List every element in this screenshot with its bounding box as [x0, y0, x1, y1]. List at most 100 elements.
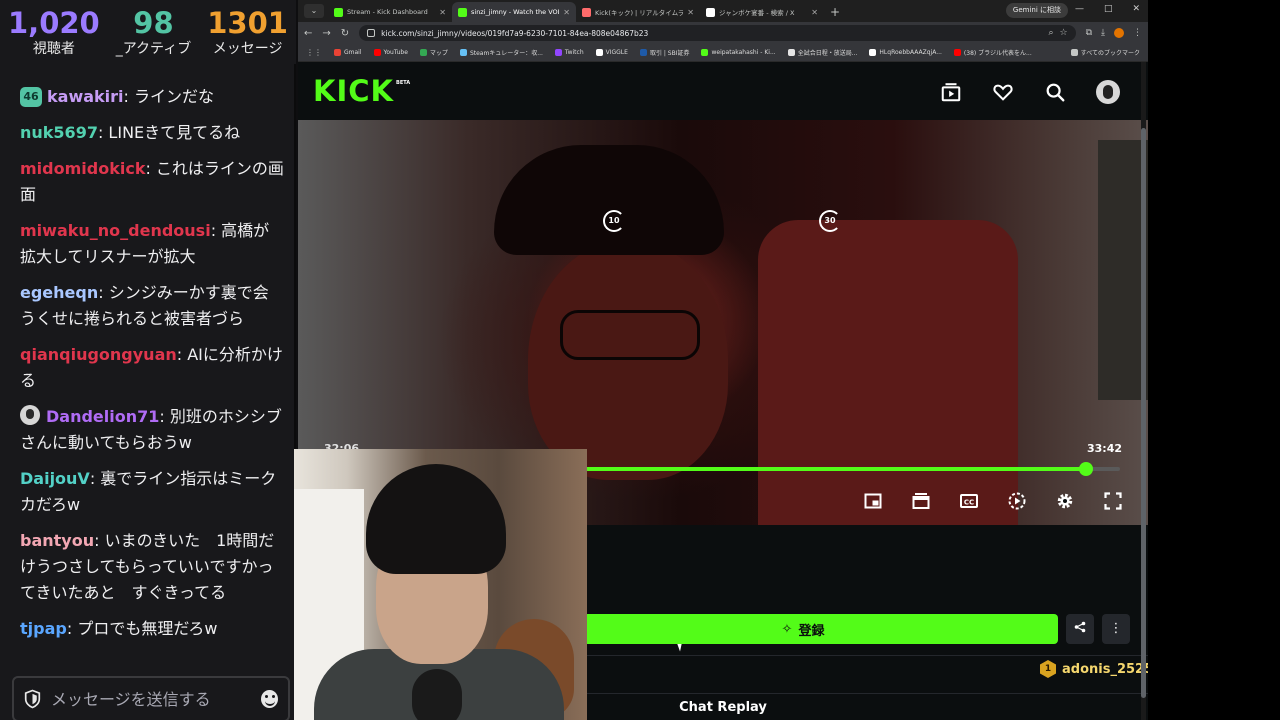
bookmark-item[interactable]: VIGGLE	[595, 48, 628, 57]
heart-icon[interactable]	[992, 81, 1014, 103]
tab-close-icon[interactable]: ✕	[563, 8, 570, 17]
progress-handle[interactable]	[1079, 462, 1094, 476]
stat-viewers: 1,020 視聴者	[8, 6, 100, 64]
fullscreen-icon[interactable]	[1104, 492, 1122, 510]
svg-text:CC: CC	[964, 499, 974, 507]
browser-tab[interactable]: Stream - Kick Dashboard ✕	[328, 2, 452, 22]
bookmark-item[interactable]: 全試合日程・放送局...	[787, 48, 857, 57]
playback-speed-icon[interactable]	[1008, 492, 1026, 510]
bookmark-label: weipatakahashi - Ki...	[711, 49, 776, 56]
close-window-icon[interactable]: ✕	[1132, 4, 1140, 14]
page-scrollbar[interactable]	[1141, 62, 1146, 720]
kick-logo[interactable]: KICK BETA	[313, 76, 410, 106]
chat-message: 46 kawakiri: ラインだな	[20, 84, 284, 110]
chat-message-list[interactable]: 46 kawakiri: ラインだな nuk5697: LINEきて見てるね mido…	[0, 84, 296, 652]
chat-username[interactable]: Dandelion71	[46, 407, 159, 426]
extensions-icon[interactable]: ⧉	[1086, 28, 1092, 38]
tab-close-icon[interactable]: ✕	[687, 8, 694, 17]
maximize-icon[interactable]: □	[1104, 4, 1113, 14]
active-count: 98	[133, 6, 174, 40]
user-avatar-icon	[20, 405, 40, 425]
gemini-button[interactable]: Gemini に相談	[1005, 3, 1068, 18]
minimize-icon[interactable]: —	[1075, 4, 1084, 14]
bookmark-star-icon[interactable]: ☆	[1060, 28, 1068, 38]
download-icon[interactable]: ⤓	[1101, 28, 1105, 38]
bookmark-item[interactable]: weipatakahashi - Ki...	[701, 48, 776, 57]
forward-30-icon[interactable]: 30	[819, 210, 841, 232]
user-avatar[interactable]	[1096, 80, 1120, 104]
bookmark-list: Gmail YouTube マップ Steamキュレーター：収... Twitch VIG…	[334, 48, 1032, 57]
all-bookmarks-label: すべてのブックマーク	[1080, 50, 1140, 57]
bookmark-item[interactable]: マップ	[419, 48, 448, 57]
bookmark-item[interactable]: (38) ブラジル代表をん...	[953, 48, 1032, 57]
chat-username[interactable]: bantyou	[20, 531, 94, 550]
tab-favicon	[458, 7, 467, 17]
gift-leaderboard-entry[interactable]: 1 adonis_2525	[1040, 660, 1148, 678]
folder-icon	[1070, 49, 1078, 56]
url-text[interactable]: kick.com/sinzi_jimny/videos/019fd7a9-623…	[381, 29, 648, 38]
browser-tab[interactable]: Kick(キック) | リアルタイムランキング✕	[576, 2, 700, 22]
emoji-icon[interactable]	[261, 690, 278, 708]
bookmark-favicon	[787, 49, 795, 56]
site-info-icon[interactable]	[367, 29, 376, 37]
bookmark-item[interactable]: HLqRoebbAAAZqjA...	[869, 48, 942, 57]
forward-icon[interactable]: →	[322, 28, 330, 39]
chat-username[interactable]: DaijouV	[20, 469, 90, 488]
video-frame-glasses	[560, 310, 700, 360]
menu-icon[interactable]: ⋮	[1133, 28, 1142, 38]
chat-username[interactable]: nuk5697	[20, 123, 98, 142]
bookmark-favicon	[869, 49, 877, 56]
bookmark-favicon	[373, 49, 381, 56]
mini-player-icon[interactable]	[864, 492, 882, 510]
all-bookmarks-folder[interactable]: すべてのブックマーク	[1070, 48, 1140, 57]
chat-message-input[interactable]	[51, 689, 251, 709]
browser-tab[interactable]: ジャンボケ宴番 - 検索 / X ✕	[700, 2, 824, 22]
chat-username[interactable]: qianqiugongyuan	[20, 345, 177, 364]
bookmark-item[interactable]: Twitch	[554, 48, 584, 57]
chat-username[interactable]: egeheqn	[20, 283, 98, 302]
kick-header: KICK BETA	[298, 62, 1148, 120]
right-margin	[1148, 0, 1280, 720]
toolbar-icons: ⧉ ⤓ ⋮	[1086, 28, 1142, 38]
bookmark-item[interactable]: 取引 | SBI証券	[639, 48, 689, 57]
video-library-icon[interactable]	[940, 81, 962, 103]
kick-header-actions	[940, 80, 1120, 104]
reload-icon[interactable]: ↻	[341, 28, 349, 39]
tab-title: Kick(キック) | リアルタイムランキング	[595, 9, 684, 17]
tab-search-button[interactable]: ⌄	[304, 4, 324, 18]
settings-icon[interactable]	[1056, 492, 1074, 510]
theater-mode-icon[interactable]	[912, 492, 930, 510]
chat-message: egeheqn: シンジみーかす裏で会うくせに捲られると被害者づら	[20, 280, 284, 332]
bookmark-item[interactable]: Steamキュレーター：収...	[459, 48, 543, 57]
more-options-button[interactable]: ⋮	[1102, 614, 1130, 644]
tab-close-icon[interactable]: ✕	[439, 8, 446, 17]
chat-username[interactable]: miwaku_no_dendousi	[20, 221, 211, 240]
rewind-10-icon[interactable]: 10	[603, 210, 625, 232]
apps-icon[interactable]: ⋮⋮	[306, 48, 322, 57]
gift-username: adonis_2525	[1062, 661, 1148, 677]
bookmark-label: Gmail	[344, 49, 362, 56]
scrollbar-thumb[interactable]	[1141, 128, 1146, 698]
browser-tab[interactable]: sinzi_jimny - Watch the VOD on ✕	[452, 2, 576, 22]
bookmark-item[interactable]: YouTube	[373, 48, 408, 57]
zoom-icon[interactable]: ⌕	[1048, 28, 1053, 38]
shield-icon[interactable]	[24, 689, 41, 709]
search-icon[interactable]	[1044, 81, 1066, 103]
captions-icon[interactable]: CC	[960, 492, 978, 510]
chat-username[interactable]: kawakiri	[47, 87, 124, 106]
stat-messages: 1301 メッセージ	[207, 6, 288, 64]
tab-close-icon[interactable]: ✕	[811, 8, 818, 17]
chat-username[interactable]: midomidokick	[20, 159, 145, 178]
address-bar-row: ← → ↻ kick.com/sinzi_jimny/videos/019fd7…	[298, 22, 1148, 44]
chat-text: : LINEきて見てるね	[97, 123, 241, 142]
chat-input-box[interactable]	[12, 676, 290, 720]
chat-username[interactable]: tjpap	[20, 619, 67, 638]
profile-avatar[interactable]	[1114, 28, 1124, 38]
share-button[interactable]	[1066, 614, 1094, 644]
follow-button[interactable]: ✧ 登録	[548, 614, 1058, 644]
bookmark-item[interactable]: Gmail	[334, 48, 362, 57]
new-tab-button[interactable]: +	[830, 5, 840, 19]
back-icon[interactable]: ←	[304, 28, 312, 39]
url-field[interactable]: kick.com/sinzi_jimny/videos/019fd7a9-623…	[359, 25, 1076, 41]
chat-message: Dandelion71: 別班のホシシブさんに動いてもらおうw	[20, 404, 284, 456]
